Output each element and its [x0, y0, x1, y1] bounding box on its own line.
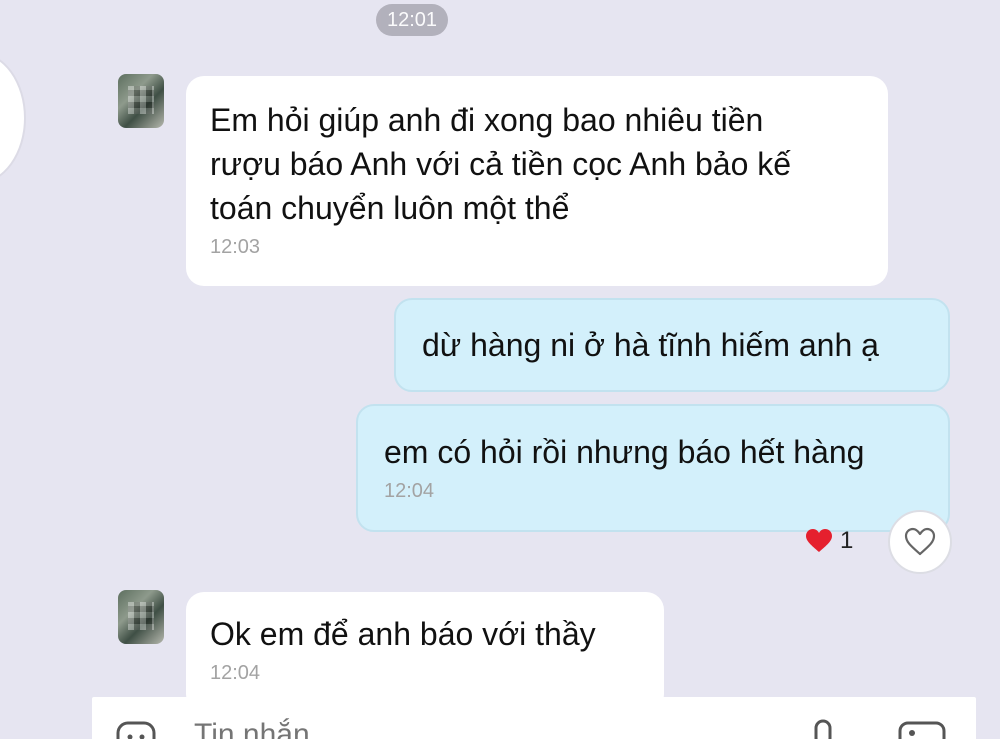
outgoing-message-bubble[interactable]: dừ hàng ni ở hà tĩnh hiếm anh ạ	[394, 298, 950, 392]
incoming-message-bubble[interactable]: Em hỏi giúp anh đi xong bao nhiêu tiền r…	[186, 76, 888, 286]
outgoing-message-bubble[interactable]: em có hỏi rồi nhưng báo hết hàng 12:04	[356, 404, 950, 532]
sender-avatar[interactable]	[118, 590, 164, 644]
heart-icon	[806, 529, 832, 552]
message-timestamp: 12:04	[384, 480, 435, 502]
react-button[interactable]	[888, 510, 952, 574]
message-text: Ok em để anh báo với thầy	[210, 616, 596, 652]
message-input[interactable]	[192, 717, 756, 739]
partial-avatar	[0, 52, 26, 184]
message-timestamp: 12:03	[210, 236, 261, 258]
heart-outline-icon	[904, 527, 936, 556]
chat-area[interactable]: 12:01 Em hỏi giúp anh đi xong bao nhiêu …	[0, 0, 1000, 739]
image-icon[interactable]	[898, 719, 946, 739]
message-timestamp: 12:04	[210, 662, 261, 684]
reaction-count: 1	[840, 527, 854, 554]
message-input-bar	[92, 697, 976, 739]
incoming-message-bubble[interactable]: Ok em để anh báo với thầy 12:04	[186, 592, 664, 712]
reaction-badge[interactable]: 1	[806, 524, 853, 558]
message-text: Em hỏi giúp anh đi xong bao nhiêu tiền r…	[210, 102, 792, 226]
message-text: em có hỏi rồi nhưng báo hết hàng	[384, 434, 865, 470]
sticker-icon[interactable]	[116, 721, 156, 739]
mic-icon[interactable]	[808, 719, 838, 739]
time-divider: 12:01	[376, 4, 448, 36]
sender-avatar[interactable]	[118, 74, 164, 128]
message-text: dừ hàng ni ở hà tĩnh hiếm anh ạ	[422, 327, 879, 363]
